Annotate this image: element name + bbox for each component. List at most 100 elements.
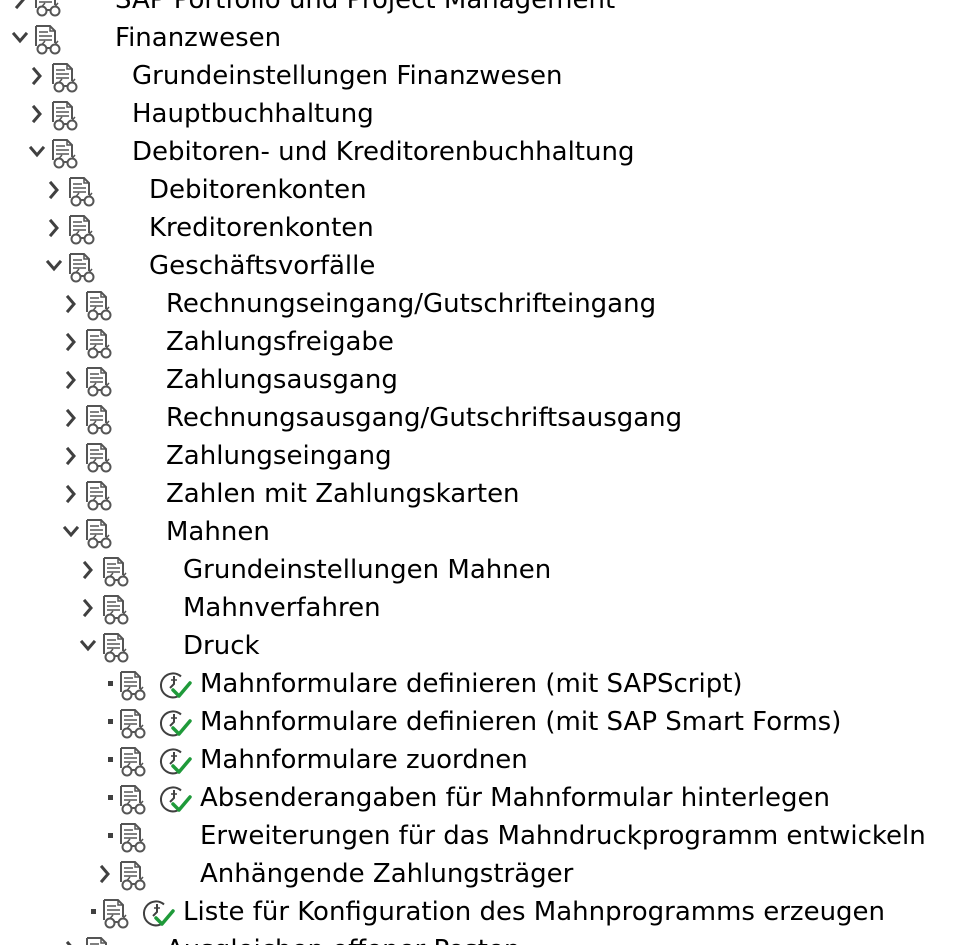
documentation-glasses-icon[interactable] — [99, 627, 131, 665]
tree-node-label: SAP Portfolio und Project Management — [115, 0, 616, 15]
tree-node[interactable]: Grundeinstellungen Mahnen — [0, 551, 954, 589]
documentation-glasses-icon[interactable] — [31, 19, 63, 57]
chevron-right-icon[interactable] — [28, 57, 46, 95]
tree-node-label: Zahlungsfreigabe — [166, 327, 394, 357]
documentation-glasses-icon[interactable] — [116, 741, 148, 779]
chevron-right-icon[interactable] — [11, 0, 29, 19]
documentation-glasses-icon[interactable] — [116, 855, 148, 893]
tree-node[interactable]: Mahnverfahren — [0, 589, 954, 627]
tree-node[interactable]: Rechnungseingang/Gutschrifteingang — [0, 285, 954, 323]
tree-node-label: Debitorenkonten — [149, 175, 367, 205]
chevron-right-icon[interactable] — [28, 95, 46, 133]
tree-node[interactable]: Absenderangaben für Mahnformular hinterl… — [0, 779, 954, 817]
tree-node[interactable]: Rechnungsausgang/Gutschriftsausgang — [0, 399, 954, 437]
leaf-bullet-icon — [96, 665, 114, 703]
chevron-right-icon[interactable] — [62, 285, 80, 323]
documentation-glasses-icon[interactable] — [48, 133, 80, 171]
documentation-glasses-icon[interactable] — [82, 437, 114, 475]
tree-node-label: Hauptbuchhaltung — [132, 99, 374, 129]
documentation-glasses-icon[interactable] — [48, 95, 80, 133]
tree-node-label: Zahlen mit Zahlungskarten — [166, 479, 520, 509]
tree-node[interactable]: Anhängende Zahlungsträger — [0, 855, 954, 893]
tree-node[interactable]: Mahnformulare definieren (mit SAP Smart … — [0, 703, 954, 741]
chevron-right-icon[interactable] — [62, 437, 80, 475]
tree-node[interactable]: Debitorenkonten — [0, 171, 954, 209]
tree-node-label: Rechnungsausgang/Gutschriftsausgang — [166, 403, 683, 433]
leaf-bullet-icon — [96, 741, 114, 779]
tree-node-label: Ausgleichen offener Posten — [166, 931, 520, 945]
tree-node[interactable]: Zahlungsausgang — [0, 361, 954, 399]
chevron-right-icon[interactable] — [62, 323, 80, 361]
chevron-right-icon[interactable] — [96, 855, 114, 893]
documentation-glasses-icon[interactable] — [65, 209, 97, 247]
chevron-right-icon[interactable] — [79, 551, 97, 589]
documentation-glasses-icon[interactable] — [116, 779, 148, 817]
tree-node[interactable]: Ausgleichen offener Posten — [0, 931, 954, 945]
execute-clock-check-icon[interactable] — [142, 893, 176, 931]
img-tree: SAP Portfolio und Project Management Fina… — [0, 0, 954, 945]
tree-node[interactable]: Mahnformulare zuordnen — [0, 741, 954, 779]
tree-node-label: Debitoren- und Kreditorenbuchhaltung — [132, 137, 635, 167]
tree-node[interactable]: Zahlungsfreigabe — [0, 323, 954, 361]
documentation-glasses-icon[interactable] — [65, 171, 97, 209]
tree-node[interactable]: Erweiterungen für das Mahndruckprogramm … — [0, 817, 954, 855]
documentation-glasses-icon[interactable] — [82, 513, 114, 551]
documentation-glasses-icon[interactable] — [48, 57, 80, 95]
chevron-down-icon[interactable] — [11, 19, 29, 57]
documentation-glasses-icon[interactable] — [99, 893, 131, 931]
documentation-glasses-icon[interactable] — [82, 475, 114, 513]
tree-node-label: Mahnformulare definieren (mit SAP Smart … — [200, 707, 842, 737]
tree-node[interactable]: Mahnformulare definieren (mit SAPScript) — [0, 665, 954, 703]
tree-node[interactable]: Zahlungseingang — [0, 437, 954, 475]
tree-node-label: Liste für Konfiguration des Mahnprogramm… — [183, 897, 886, 927]
execute-clock-check-icon[interactable] — [159, 741, 193, 779]
execute-clock-check-icon[interactable] — [159, 779, 193, 817]
tree-node-label: Erweiterungen für das Mahndruckprogramm … — [200, 821, 926, 851]
tree-node-label: Grundeinstellungen Mahnen — [183, 555, 552, 585]
tree-node[interactable]: Liste für Konfiguration des Mahnprogramm… — [0, 893, 954, 931]
tree-node[interactable]: Finanzwesen — [0, 19, 954, 57]
documentation-glasses-icon[interactable] — [116, 703, 148, 741]
tree-node-label: Grundeinstellungen Finanzwesen — [132, 61, 563, 91]
chevron-down-icon[interactable] — [62, 513, 80, 551]
execute-clock-check-icon[interactable] — [159, 665, 193, 703]
documentation-glasses-icon[interactable] — [116, 665, 148, 703]
tree-node[interactable]: Geschäftsvorfälle — [0, 247, 954, 285]
leaf-bullet-icon — [79, 893, 97, 931]
chevron-down-icon[interactable] — [79, 627, 97, 665]
documentation-glasses-icon[interactable] — [65, 247, 97, 285]
documentation-glasses-icon[interactable] — [82, 323, 114, 361]
chevron-right-icon[interactable] — [62, 361, 80, 399]
documentation-glasses-icon[interactable] — [99, 551, 131, 589]
tree-node-label: Finanzwesen — [115, 23, 282, 53]
leaf-bullet-icon — [96, 703, 114, 741]
chevron-right-icon[interactable] — [45, 171, 63, 209]
documentation-glasses-icon[interactable] — [82, 285, 114, 323]
chevron-right-icon[interactable] — [62, 931, 80, 945]
chevron-right-icon[interactable] — [62, 475, 80, 513]
documentation-glasses-icon[interactable] — [31, 0, 63, 19]
tree-node-label: Absenderangaben für Mahnformular hinterl… — [200, 783, 830, 813]
chevron-down-icon[interactable] — [28, 133, 46, 171]
tree-node[interactable]: Hauptbuchhaltung — [0, 95, 954, 133]
chevron-right-icon[interactable] — [79, 589, 97, 627]
tree-node[interactable]: Grundeinstellungen Finanzwesen — [0, 57, 954, 95]
tree-node[interactable]: Kreditorenkonten — [0, 209, 954, 247]
tree-node[interactable]: Debitoren- und Kreditorenbuchhaltung — [0, 133, 954, 171]
chevron-right-icon[interactable] — [62, 399, 80, 437]
documentation-glasses-icon[interactable] — [116, 817, 148, 855]
tree-node-label: Druck — [183, 631, 260, 661]
documentation-glasses-icon[interactable] — [99, 589, 131, 627]
documentation-glasses-icon[interactable] — [82, 931, 114, 945]
chevron-right-icon[interactable] — [45, 209, 63, 247]
documentation-glasses-icon[interactable] — [82, 399, 114, 437]
tree-node[interactable]: SAP Portfolio und Project Management — [0, 0, 954, 19]
tree-node[interactable]: Mahnen — [0, 513, 954, 551]
execute-clock-check-icon[interactable] — [159, 703, 193, 741]
tree-node-label: Mahnformulare zuordnen — [200, 745, 528, 775]
tree-node[interactable]: Druck — [0, 627, 954, 665]
documentation-glasses-icon[interactable] — [82, 361, 114, 399]
tree-node[interactable]: Zahlen mit Zahlungskarten — [0, 475, 954, 513]
chevron-down-icon[interactable] — [45, 247, 63, 285]
leaf-bullet-icon — [96, 779, 114, 817]
